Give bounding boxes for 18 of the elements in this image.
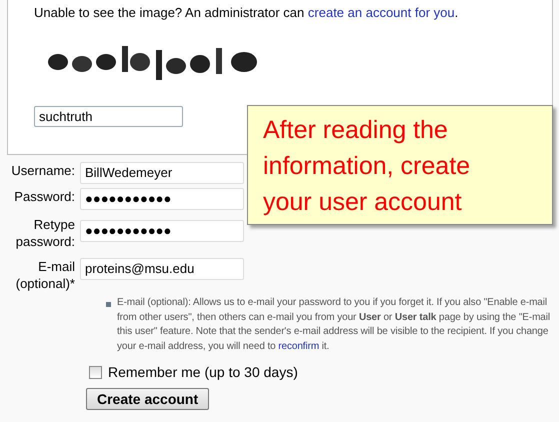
- field-label: Password:: [13, 188, 76, 205]
- captcha-help-text: Unable to see the image? An administrator can create an account for you.: [34, 4, 460, 22]
- text-field[interactable]: ●●●●●●●●●●●: [80, 188, 244, 210]
- create-account-button[interactable]: Create account: [86, 388, 210, 410]
- field-label: Username:: [10, 162, 76, 179]
- create-account-link[interactable]: create an account for you: [308, 5, 455, 20]
- field-label: E-mail (optional)*: [14, 258, 76, 292]
- bullet-icon: [106, 302, 111, 307]
- text-field[interactable]: proteins@msu.edu: [80, 258, 244, 280]
- captcha-input[interactable]: suchtruth: [34, 106, 183, 127]
- remember-label: Remember me (up to 30 days): [108, 363, 298, 382]
- field-label: Retype password:: [14, 216, 76, 250]
- remember-checkbox[interactable]: [89, 366, 102, 379]
- text-field[interactable]: BillWedemeyer: [80, 162, 244, 184]
- email-help-text: E-mail (optional): Allows us to e-mail your password to you if you forget it. If you also "Enable e-mail from other users", then others can e-mail you from your User or User talk page by using the "E-mail this user" feature. Note that the sender's e-mail address will be visible to the recipient. If you change your e-mail address, you will need to reconfirm it.: [117, 296, 552, 354]
- reconfirm-link[interactable]: reconfirm: [278, 340, 320, 352]
- text-field[interactable]: ●●●●●●●●●●●: [80, 220, 244, 242]
- callout-note: After reading the information, create your user account: [247, 105, 553, 225]
